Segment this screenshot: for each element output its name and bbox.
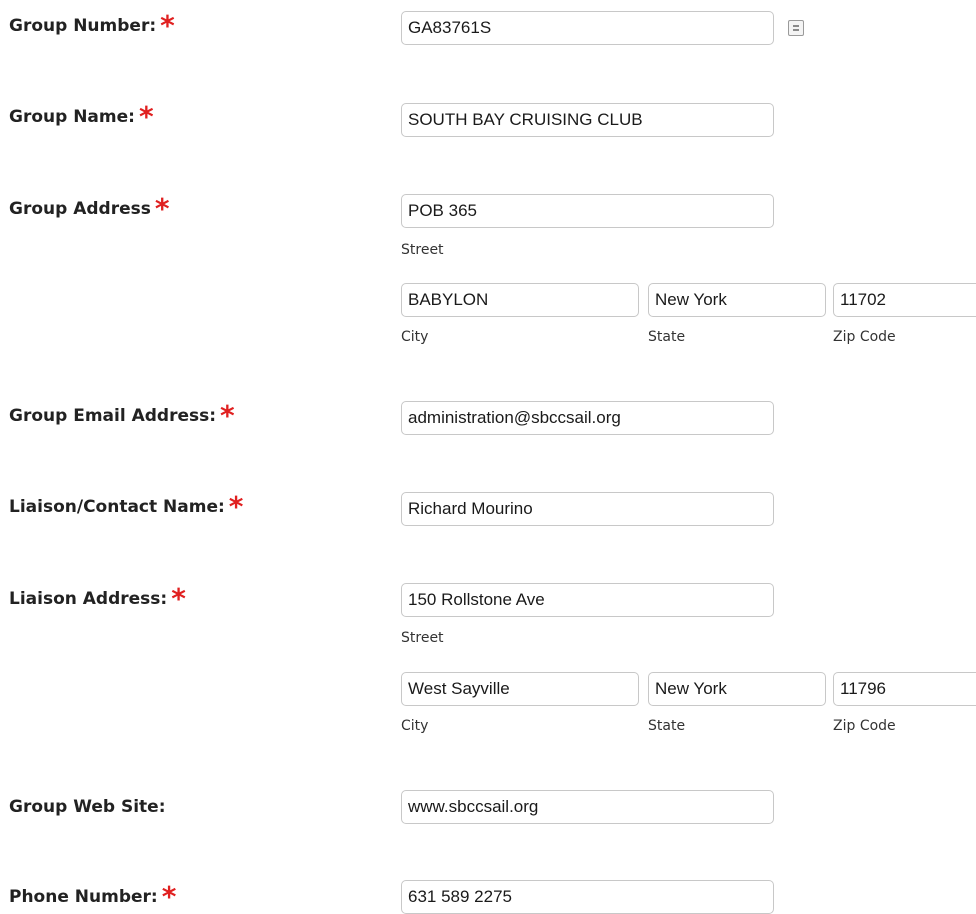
street-caption: Street <box>401 630 444 646</box>
required-asterisk: * <box>138 100 154 133</box>
required-asterisk: * <box>160 9 175 42</box>
required-asterisk: * <box>161 880 177 913</box>
zip-caption: Zip Code <box>833 329 896 345</box>
group-email-label: Group Email Address: * <box>9 399 235 432</box>
phone-label: Phone Number: * <box>9 880 177 913</box>
group-number-label: Group Number: * <box>9 9 175 42</box>
web-site-label: Group Web Site: <box>9 797 166 817</box>
group-number-input[interactable] <box>401 11 774 45</box>
group-street-input[interactable] <box>401 194 774 228</box>
phone-input[interactable] <box>401 880 774 914</box>
liaison-zip-input[interactable] <box>833 672 976 706</box>
required-asterisk: * <box>228 490 244 523</box>
liaison-street-input[interactable] <box>401 583 774 617</box>
liaison-name-input[interactable] <box>401 492 774 526</box>
state-caption: State <box>648 329 686 345</box>
group-zip-input[interactable] <box>833 283 976 317</box>
group-city-input[interactable] <box>401 283 639 317</box>
group-name-label: Group Name: * <box>9 100 154 133</box>
web-site-input[interactable] <box>401 790 774 824</box>
street-caption: Street <box>401 242 444 258</box>
state-caption: State <box>648 718 686 734</box>
liaison-name-label: Liaison/Contact Name: * <box>9 490 244 523</box>
zip-caption: Zip Code <box>833 718 896 734</box>
liaison-address-label: Liaison Address: * <box>9 582 186 615</box>
group-address-label: Group Address * <box>9 192 170 225</box>
liaison-state-input[interactable] <box>648 672 826 706</box>
required-asterisk: * <box>154 192 170 225</box>
required-asterisk: * <box>220 399 235 432</box>
city-caption: City <box>401 329 429 345</box>
group-state-input[interactable] <box>648 283 826 317</box>
required-asterisk: * <box>171 582 186 615</box>
contact-card-icon[interactable] <box>788 20 804 36</box>
group-name-input[interactable] <box>401 103 774 137</box>
group-email-input[interactable] <box>401 401 774 435</box>
city-caption: City <box>401 718 429 734</box>
liaison-city-input[interactable] <box>401 672 639 706</box>
